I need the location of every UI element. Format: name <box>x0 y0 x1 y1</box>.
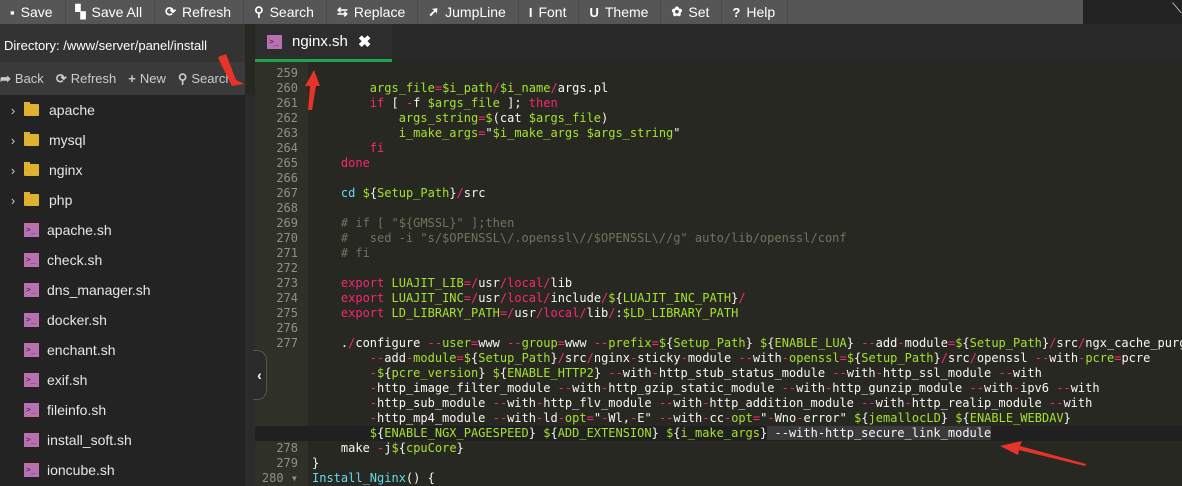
annotation-arrow-added-flag <box>1000 441 1086 466</box>
annotation-arrows <box>218 54 1086 466</box>
annotation-arrow-line-number <box>305 70 320 110</box>
annotation-arrow-directory <box>218 54 244 86</box>
